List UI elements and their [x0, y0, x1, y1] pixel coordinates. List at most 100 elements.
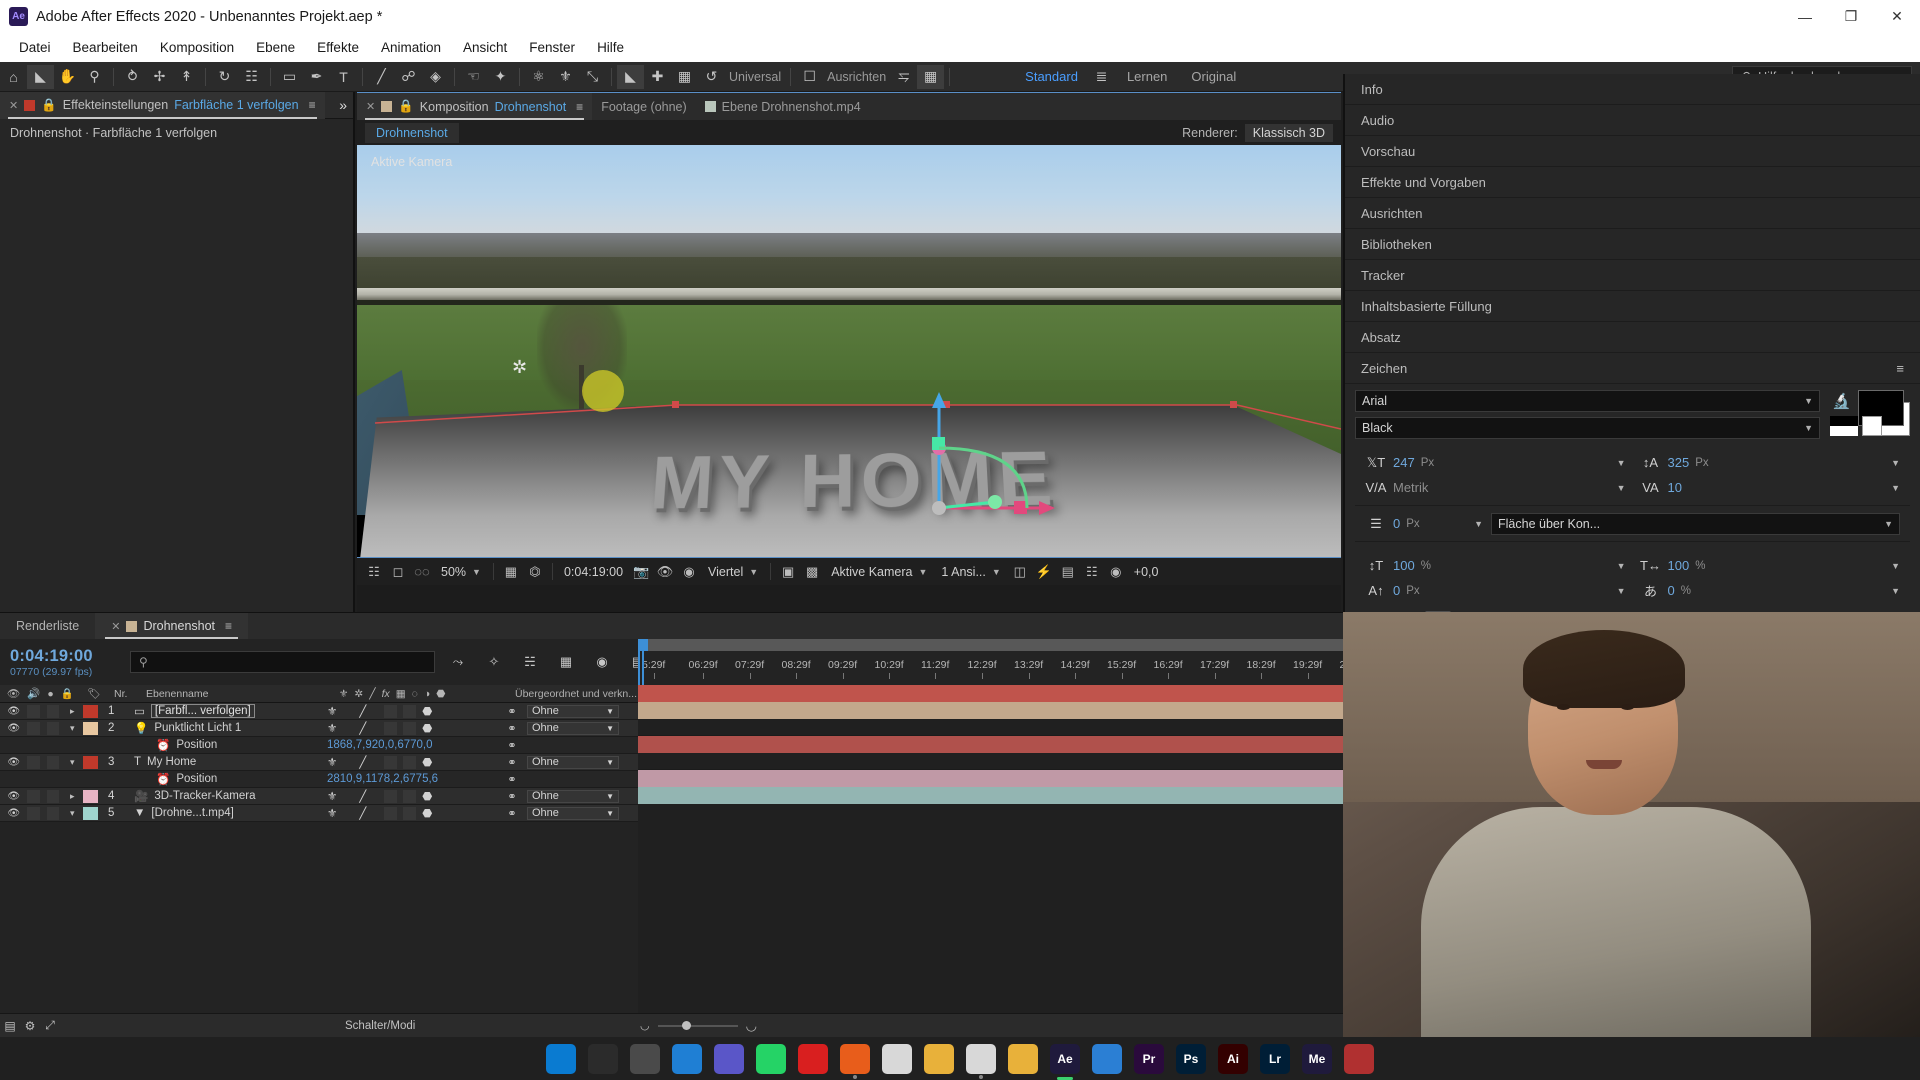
property-value[interactable]: 1868,7,920,0,6770,0: [327, 739, 433, 751]
panel-absatz[interactable]: Absatz: [1345, 322, 1920, 353]
layer-switches[interactable]: ⚜ ╱ ⬣: [323, 789, 493, 803]
minimize-button[interactable]: —: [1782, 0, 1828, 33]
workspace-standard[interactable]: Standard: [1015, 69, 1088, 84]
after-effects-icon[interactable]: Ae: [1050, 1043, 1080, 1080]
layer-duration-bar[interactable]: [638, 787, 1343, 804]
resolution-select[interactable]: Viertel ▼: [703, 565, 763, 579]
clone-stamp-tool-icon[interactable]: ☍: [395, 65, 422, 89]
quality-icon[interactable]: ╱: [359, 755, 366, 769]
chevron-down-icon[interactable]: ▾: [66, 808, 78, 819]
tsume-field[interactable]: あ 0 % ▼: [1640, 578, 1900, 603]
audio-toggle[interactable]: [27, 755, 40, 769]
three-d-layer-icon[interactable]: ⬣: [422, 704, 432, 718]
zoom-out-icon[interactable]: ◡: [640, 1019, 650, 1032]
track-row[interactable]: [638, 736, 1343, 753]
menu-bearbeiten[interactable]: Bearbeiten: [62, 37, 149, 58]
panel-inhaltsbasierte-fuellung[interactable]: Inhaltsbasierte Füllung: [1345, 291, 1920, 322]
roto-brush-tool-icon[interactable]: ☜: [460, 65, 487, 89]
audio-toggle[interactable]: [27, 721, 40, 735]
layer-label-color[interactable]: [82, 721, 98, 735]
menu-fenster[interactable]: Fenster: [518, 37, 586, 58]
3d-glasses-icon[interactable]: ◌◌: [412, 562, 432, 582]
panel-menu-icon[interactable]: ≡: [1896, 361, 1904, 376]
media-encoder-alt-icon[interactable]: [1092, 1043, 1122, 1074]
transparency-grid-icon[interactable]: ▩: [802, 562, 822, 582]
frame-blend-toggle[interactable]: [384, 806, 398, 820]
frame-render-time-icon[interactable]: ⚙: [20, 1016, 40, 1036]
three-d-layer-icon[interactable]: ⬣: [422, 789, 432, 803]
quality-icon[interactable]: ╱: [359, 789, 366, 803]
task-view-icon[interactable]: [630, 1043, 660, 1074]
toggle-switches-modes-icon[interactable]: ▤: [0, 1016, 20, 1036]
eye-icon[interactable]: 👁: [7, 706, 20, 717]
layer-track-bars[interactable]: [638, 685, 1343, 1037]
zoom-in-icon[interactable]: ◡: [746, 1018, 757, 1034]
frame-blend-toggle[interactable]: [384, 721, 398, 735]
horizontal-scale-field[interactable]: T↔ 100 % ▼: [1640, 553, 1900, 578]
hide-shy-layers-icon[interactable]: ☵: [517, 651, 543, 673]
work-area-bar[interactable]: [640, 639, 1343, 651]
panel-zeichen-header[interactable]: Zeichen ≡: [1345, 353, 1920, 384]
rectangle-tool-icon[interactable]: ▭: [276, 65, 303, 89]
font-family-select[interactable]: Arial ▼: [1355, 390, 1820, 412]
obs-icon[interactable]: [966, 1043, 996, 1079]
default-colors-icon[interactable]: [1830, 416, 1858, 436]
baseline-shift-field[interactable]: A↑ 0 Px ▼: [1365, 578, 1625, 603]
pick-whip-icon[interactable]: ⚭: [503, 756, 521, 769]
eye-icon[interactable]: 👁: [7, 808, 20, 819]
layer-switches[interactable]: ⚜ ╱ ⬣: [323, 704, 493, 718]
parent-select[interactable]: Ohne ▼: [527, 806, 619, 820]
panel-info[interactable]: Info: [1345, 74, 1920, 105]
layer-name[interactable]: ▼ [Drohne...t.mp4]: [128, 807, 323, 819]
quality-icon[interactable]: ╱: [359, 721, 366, 735]
snapshot-icon[interactable]: 📷: [631, 562, 651, 582]
layer-name[interactable]: ▭ [Farbfl... verfolgen]: [128, 704, 323, 718]
timeline-zoom-slider[interactable]: ◡ ◡: [640, 1018, 757, 1034]
stopwatch-icon[interactable]: ⏰: [156, 738, 170, 752]
track-row[interactable]: [638, 787, 1343, 804]
menu-ebene[interactable]: Ebene: [245, 37, 306, 58]
menu-animation[interactable]: Animation: [370, 37, 452, 58]
chevron-right-icon[interactable]: ▸: [66, 791, 78, 802]
fill-stroke-order-select[interactable]: Fläche über Kon... ▼: [1491, 512, 1900, 535]
layer-label-color[interactable]: [82, 806, 98, 820]
frame-blend-toggle[interactable]: [384, 704, 398, 718]
extra-icon[interactable]: [1344, 1043, 1374, 1074]
panel-tracker[interactable]: Tracker: [1345, 260, 1920, 291]
chevron-down-icon[interactable]: ▼: [1891, 458, 1900, 468]
reset-icon[interactable]: ↺: [698, 65, 725, 89]
quality-icon[interactable]: ╱: [359, 806, 366, 820]
layer-name[interactable]: 🎥 3D-Tracker-Kamera: [128, 789, 323, 803]
eraser-tool-icon[interactable]: ◈: [422, 65, 449, 89]
parent-link-cell[interactable]: ⚭ Ohne ▼: [493, 789, 648, 803]
tab-timeline-comp[interactable]: ✕ Drohnenshot ≡: [95, 613, 249, 639]
app-icon[interactable]: [924, 1043, 954, 1074]
parent-pick-icon[interactable]: ⚜: [327, 806, 337, 820]
teams-icon[interactable]: [714, 1043, 744, 1074]
timeline-jump-icon[interactable]: ▤: [1058, 562, 1078, 582]
tab-render-queue[interactable]: Renderliste: [0, 613, 95, 639]
motion-blur-toggle[interactable]: [403, 789, 417, 803]
stroke-width-field[interactable]: ☰ 0 Px ▼: [1365, 511, 1483, 536]
pan-tool-icon[interactable]: ✢: [146, 65, 173, 89]
parent-select[interactable]: Ohne ▼: [527, 789, 619, 803]
workspace-original[interactable]: Original: [1179, 69, 1248, 84]
track-row[interactable]: [638, 770, 1343, 787]
solo-toggle[interactable]: [46, 806, 60, 820]
home-icon[interactable]: ⌂: [0, 65, 27, 89]
widgets-icon[interactable]: [672, 1043, 702, 1074]
panel-audio[interactable]: Audio: [1345, 105, 1920, 136]
chevron-down-icon[interactable]: ▼: [1617, 561, 1626, 571]
motion-blur-toggle[interactable]: [403, 704, 417, 718]
composition-viewer[interactable]: MY HOME Aktive Kamera ✲ ☷ ◻ ◌◌ 50% ▼ ▦ ⏣…: [357, 145, 1341, 585]
frame-blend-toggle[interactable]: [384, 789, 398, 803]
motion-blur-toggle[interactable]: [403, 721, 417, 735]
property-name[interactable]: ⏰ Position: [128, 772, 323, 786]
close-icon[interactable]: ✕: [111, 620, 120, 633]
puppet-starch-icon[interactable]: ⚜: [552, 65, 579, 89]
lightroom-icon[interactable]: Lr: [1260, 1043, 1290, 1074]
parent-pick-icon[interactable]: ⚜: [327, 721, 337, 735]
draft-3d-icon[interactable]: ✧: [481, 651, 507, 673]
light-gizmo-icon[interactable]: ✲: [512, 357, 527, 378]
expand-collapse-icon[interactable]: ⤢: [40, 1016, 60, 1036]
